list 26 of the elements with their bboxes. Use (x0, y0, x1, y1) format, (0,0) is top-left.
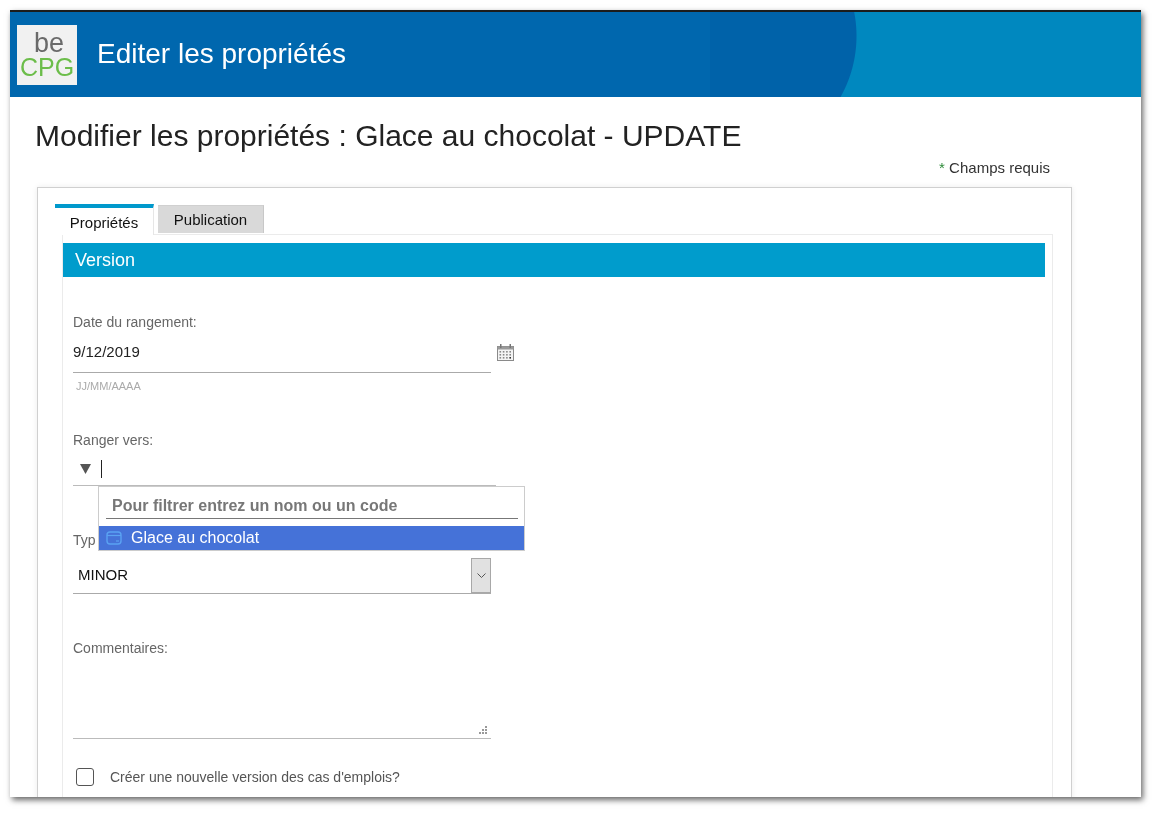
dropdown-option[interactable]: Glace au chocolat (99, 526, 524, 550)
card-icon (106, 530, 122, 546)
option-label: Glace au chocolat (131, 528, 260, 548)
section-header: Version (63, 243, 1045, 277)
required-note: * Champs requis (939, 159, 1050, 176)
caret-icon[interactable] (80, 464, 91, 474)
field-label: Typ (73, 531, 96, 549)
dropdown-button[interactable] (471, 558, 491, 593)
tab[interactable]: Publication (158, 205, 264, 233)
chevron-down-icon (476, 573, 486, 578)
resize-grip-icon[interactable] (477, 726, 488, 735)
page-heading: Modifier les propriétés : Glace au chocolat - UPDATE (35, 118, 742, 154)
window-title: Editer les propriétés (97, 37, 346, 70)
logo: be CPG (17, 24, 77, 85)
calendar-icon[interactable] (497, 344, 514, 361)
text-cursor-icon (101, 460, 102, 478)
field-label: Ranger vers: (73, 431, 154, 449)
type-select[interactable]: MINOR (73, 556, 491, 594)
date-field[interactable]: 9/12/2019 (73, 340, 491, 373)
field-label: Date du rangement: (73, 313, 197, 331)
checkbox[interactable] (76, 768, 94, 786)
tab[interactable]: Propriétés (55, 204, 154, 235)
checkbox-label: Créer une nouvelle version des cas d'emplois? (110, 769, 400, 785)
field-hint: JJ/MM/AAAA (76, 379, 141, 393)
field-label: Commentaires: (73, 639, 168, 657)
filter-field[interactable]: Pour filtrer entrez un nom ou un code (106, 494, 518, 519)
